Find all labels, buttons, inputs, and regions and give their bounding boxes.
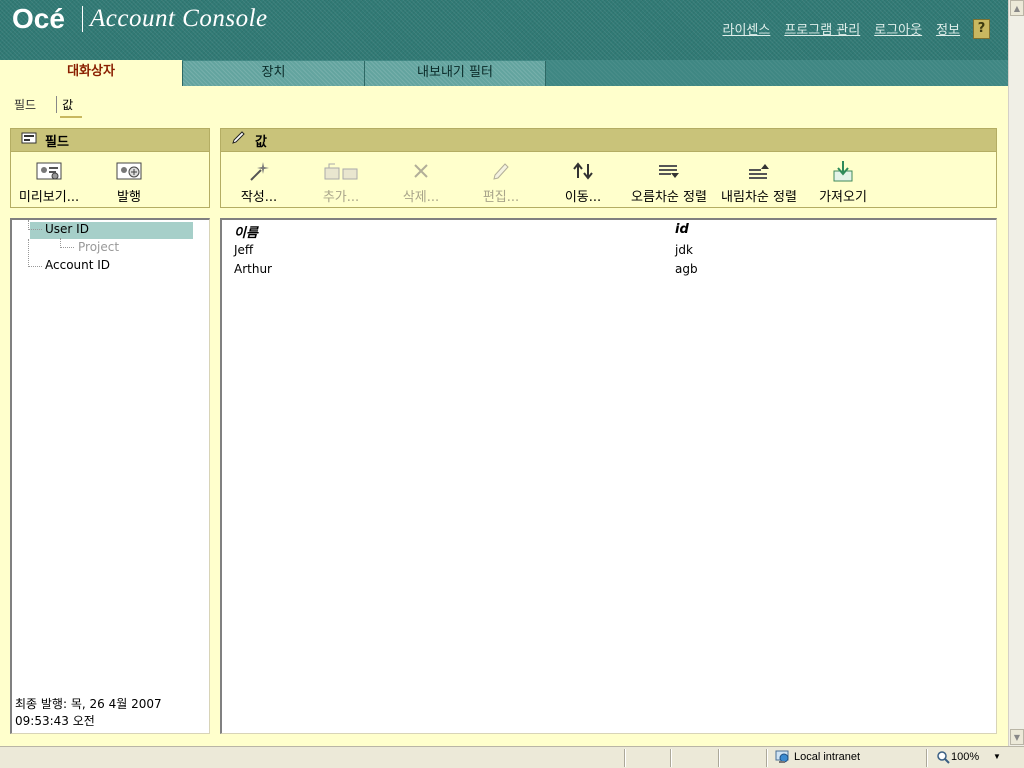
sort-descending-icon bbox=[717, 160, 801, 182]
sort-ascending-label: 오름차순 정렬 bbox=[631, 190, 707, 205]
tree-item-account-id[interactable]: Account ID bbox=[45, 258, 110, 272]
move-label: 이동... bbox=[564, 190, 602, 205]
sort-descending-button[interactable]: 내림차순 정렬 bbox=[717, 160, 801, 205]
import-icon bbox=[815, 160, 871, 182]
main-tabbar: 대화상자 장치 내보내기 필터 bbox=[0, 60, 1008, 86]
tree-connector bbox=[28, 239, 42, 267]
status-divider bbox=[624, 749, 626, 767]
move-arrows-icon bbox=[555, 160, 611, 182]
scroll-down-icon[interactable]: ▼ bbox=[1010, 729, 1024, 745]
add-folder-icon bbox=[313, 160, 369, 182]
value-toolbar: 작성... 추가... 삭제... 편집... 이동... 오름차순 정렬 내림… bbox=[220, 152, 997, 208]
preview-label: 미리보기... bbox=[18, 190, 80, 205]
value-panel-header: 값 bbox=[220, 128, 997, 152]
sparkle-icon bbox=[231, 160, 287, 182]
last-published-time: 09:53:43 오전 bbox=[15, 714, 95, 728]
publish-button[interactable]: 발행 bbox=[107, 160, 151, 205]
sort-descending-label: 내림차순 정렬 bbox=[721, 190, 797, 205]
status-divider bbox=[718, 749, 720, 767]
help-icon[interactable]: ? bbox=[973, 19, 990, 39]
program-management-link[interactable]: 프로그램 관리 bbox=[784, 19, 860, 38]
logo-divider bbox=[82, 6, 83, 32]
top-links: 라이센스 프로그램 관리 로그아웃 정보 bbox=[722, 19, 960, 38]
field-panel-icon bbox=[21, 131, 37, 149]
column-header-name[interactable]: 이름 bbox=[234, 222, 258, 241]
create-label: 작성... bbox=[240, 190, 278, 205]
field-panel-header: 필드 bbox=[10, 128, 210, 152]
tree-item-user-id[interactable]: User ID bbox=[45, 222, 89, 236]
cell-name: Arthur bbox=[234, 262, 272, 276]
intranet-globe-icon bbox=[775, 750, 791, 767]
tab-export-filter[interactable]: 내보내기 필터 bbox=[364, 61, 546, 86]
field-tree: User ID Project Account ID bbox=[10, 218, 210, 734]
subtab-values[interactable]: 값 bbox=[56, 96, 73, 113]
oce-logo: Océ bbox=[12, 3, 65, 34]
zoom-dropdown-icon[interactable]: ▼ bbox=[993, 752, 1001, 761]
move-button[interactable]: 이동... bbox=[555, 160, 611, 205]
cell-id: jdk bbox=[675, 243, 693, 257]
security-zone-label: Local intranet bbox=[794, 751, 861, 763]
last-published-info: 최종 발행: 목, 26 4월 2007 09:53:43 오전 bbox=[15, 696, 162, 730]
create-button[interactable]: 작성... bbox=[231, 160, 287, 205]
license-link[interactable]: 라이센스 bbox=[722, 19, 770, 38]
delete-button[interactable]: 삭제... bbox=[393, 160, 449, 205]
values-grid: 이름 id Jeff jdk Arthur agb bbox=[220, 218, 997, 734]
zoom-icon bbox=[936, 750, 950, 767]
field-panel-title: 필드 bbox=[45, 134, 69, 150]
sort-ascending-icon bbox=[627, 160, 711, 182]
tree-connector bbox=[60, 238, 74, 248]
import-label: 가져오기 bbox=[819, 190, 867, 205]
about-link[interactable]: 정보 bbox=[936, 19, 960, 38]
cell-id: agb bbox=[675, 262, 698, 276]
tree-item-project[interactable]: Project bbox=[78, 240, 119, 254]
subtab-fields[interactable]: 필드 bbox=[14, 96, 36, 113]
preview-button[interactable]: 미리보기... bbox=[16, 160, 82, 205]
browser-statusbar: Local intranet 100% ▼ bbox=[0, 746, 1024, 768]
delete-x-icon bbox=[393, 160, 449, 182]
field-toolbar: 미리보기... 발행 bbox=[10, 152, 210, 208]
tab-dialogs[interactable]: 대화상자 bbox=[0, 60, 182, 86]
publish-icon bbox=[107, 160, 151, 182]
last-published-date: 최종 발행: 목, 26 4월 2007 bbox=[15, 697, 162, 711]
status-divider bbox=[926, 749, 928, 767]
value-panel-title: 값 bbox=[255, 134, 267, 150]
tab-devices[interactable]: 장치 bbox=[182, 61, 364, 86]
scroll-up-icon[interactable]: ▲ bbox=[1010, 0, 1024, 16]
pencil-icon bbox=[231, 131, 247, 149]
sub-tabs: 필드 값 bbox=[14, 96, 73, 113]
delete-label: 삭제... bbox=[402, 190, 440, 205]
tree-connector bbox=[28, 220, 42, 230]
publish-label: 발행 bbox=[117, 190, 141, 205]
edit-button[interactable]: 편집... bbox=[473, 160, 529, 205]
add-label: 추가... bbox=[322, 190, 360, 205]
import-button[interactable]: 가져오기 bbox=[815, 160, 871, 205]
add-button[interactable]: 추가... bbox=[313, 160, 369, 205]
cell-name: Jeff bbox=[234, 243, 254, 257]
zoom-level[interactable]: 100% bbox=[951, 751, 979, 763]
vertical-scrollbar[interactable]: ▲ ▼ bbox=[1008, 0, 1024, 746]
logout-link[interactable]: 로그아웃 bbox=[874, 19, 922, 38]
sort-ascending-button[interactable]: 오름차순 정렬 bbox=[627, 160, 711, 205]
status-divider bbox=[766, 749, 768, 767]
pencil-icon bbox=[473, 160, 529, 182]
column-header-id[interactable]: id bbox=[675, 222, 689, 237]
product-title: Account Console bbox=[90, 5, 268, 32]
preview-icon bbox=[16, 160, 82, 182]
subtab-underline bbox=[60, 116, 82, 118]
edit-label: 편집... bbox=[482, 190, 520, 205]
app-header: Océ Account Console 라이센스 프로그램 관리 로그아웃 정보… bbox=[0, 0, 1008, 60]
status-divider bbox=[670, 749, 672, 767]
